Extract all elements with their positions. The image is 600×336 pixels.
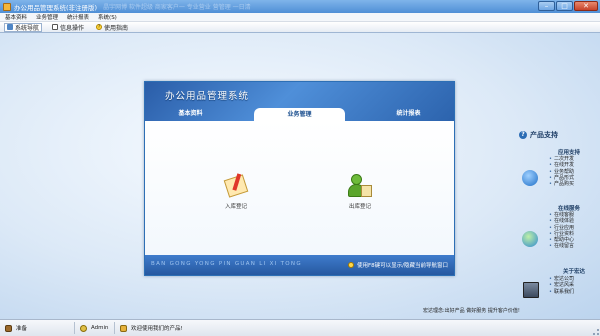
link-business-help[interactable]: 业务帮助 [549,169,574,175]
link-contact[interactable]: 联系我们 [549,289,574,295]
toolbar-label: 系统导航 [15,24,40,32]
menu-reports[interactable]: 统计报表 [67,13,89,21]
help-icon: ? [96,24,103,30]
user-icon [80,324,87,332]
stock-in-label: 入库登记 [224,204,247,210]
maximize-button[interactable]: □ [556,1,573,11]
f8-hint: 使用F8键可以显示/隐藏当前导航窗口 [347,261,448,269]
close-button[interactable]: ✕ [574,1,598,11]
panel-footer: BAN GONG YONG PIN GUAN LI XI TONG 使用F8键可… [145,255,454,275]
hint-text: 使用F8键可以显示/隐藏当前导航窗口 [356,263,448,269]
stock-out-button[interactable]: 出库登记 [347,173,373,210]
company-slogan: 宏达理念:出好产品 做好服务 提升客户价值! [423,308,520,314]
status-user: Admin [75,322,115,334]
status-ready: 准备 [0,322,75,334]
window-controls: – □ ✕ [538,1,598,11]
link-product-purchase[interactable]: 产品购买 [549,181,574,187]
window-title: 办公用品管理系统(非注册版) [14,3,98,12]
stock-in-button[interactable]: 入库登记 [223,173,249,210]
panel-tabs: 基本资料 业务管理 统计报表 [145,106,454,121]
online-service-list: 在线客服 在线体验 行业应用 行业资料 帮助中心 在线留言 [549,212,574,250]
computer-icon [523,282,539,298]
navigation-panel: 办公用品管理系统 基本资料 业务管理 统计报表 入库登记 出库登记 BAN GO… [144,81,455,276]
section-title-app-support: 应用支持 [558,150,581,156]
panel-body: 入库登记 出库登记 [145,121,454,255]
link-leave-message[interactable]: 在线留言 [549,243,574,249]
arrow-icon [522,170,538,186]
nav-icon [7,24,13,30]
link-gallery[interactable]: 宏达风采 [549,282,574,288]
toolbar-system-nav[interactable]: 系统导航 [4,22,43,32]
resize-grip[interactable] [593,329,599,335]
tab-reports[interactable]: 统计报表 [363,106,454,121]
tab-basic-data[interactable]: 基本资料 [145,106,236,121]
status-ready-text: 准备 [16,326,28,332]
menu-bar: 基本资料 业务管理 统计报表 系统(S) [0,13,600,22]
toolbar-label: 信息操作 [60,24,85,32]
toolbar-user-guide[interactable]: ? 使用指南 [94,23,130,32]
lightbulb-icon [347,262,354,268]
panel-title: 办公用品管理系统 [165,91,250,102]
app-support-list: 二次开发 在线开发 业务帮助 产品形式 产品购买 [549,156,574,187]
status-bar: 准备 Admin 欢迎使用我们的产品! [0,319,600,336]
link-industry-apps[interactable]: 行业应用 [549,225,574,231]
about-list: 宏达公司 宏达风采 联系我们 [549,276,574,295]
document-icon [52,24,59,30]
ready-icon [5,324,12,332]
pinyin-caption: BAN GONG YONG PIN GUAN LI XI TONG [151,261,302,267]
status-user-text: Admin [91,325,109,331]
menu-basic-data[interactable]: 基本资料 [5,13,27,21]
section-title-about: 关于宏达 [563,269,586,275]
app-icon [3,2,11,11]
menu-system[interactable]: 系统(S) [98,13,117,21]
support-title: 产品支持 [530,130,558,139]
section-title-online-service: 在线服务 [558,206,581,212]
link-online-dev[interactable]: 在线开发 [549,162,574,168]
minimize-button[interactable]: – [538,1,555,11]
toolbar: 系统导航 信息操作 ? 使用指南 [0,22,600,33]
product-support-header: ? 产品支持 [519,130,599,139]
question-icon: ? [519,130,527,139]
status-welcome: 欢迎使用我们的产品! [115,322,188,334]
stock-out-icon [347,173,373,199]
faded-caption: 晶宇网博 软件超级 商家客户一 专业营业 营管理 一日清 [103,4,251,11]
stock-out-label: 出库登记 [348,204,371,210]
status-welcome-text: 欢迎使用我们的产品! [131,326,183,332]
menu-business[interactable]: 业务管理 [36,13,58,21]
globe-icon [522,231,538,247]
toolbar-label: 使用指南 [104,24,129,32]
toolbar-info-ops[interactable]: 信息操作 [50,23,86,32]
link-online-trial[interactable]: 在线体验 [549,218,574,224]
tab-business[interactable]: 业务管理 [254,108,345,121]
title-bar: 办公用品管理系统(非注册版) 晶宇网博 软件超级 商家客户一 专业营业 营管理 … [0,0,600,13]
welcome-icon [120,324,127,332]
stock-in-icon [223,173,249,199]
panel-header: 办公用品管理系统 基本资料 业务管理 统计报表 [145,82,454,121]
